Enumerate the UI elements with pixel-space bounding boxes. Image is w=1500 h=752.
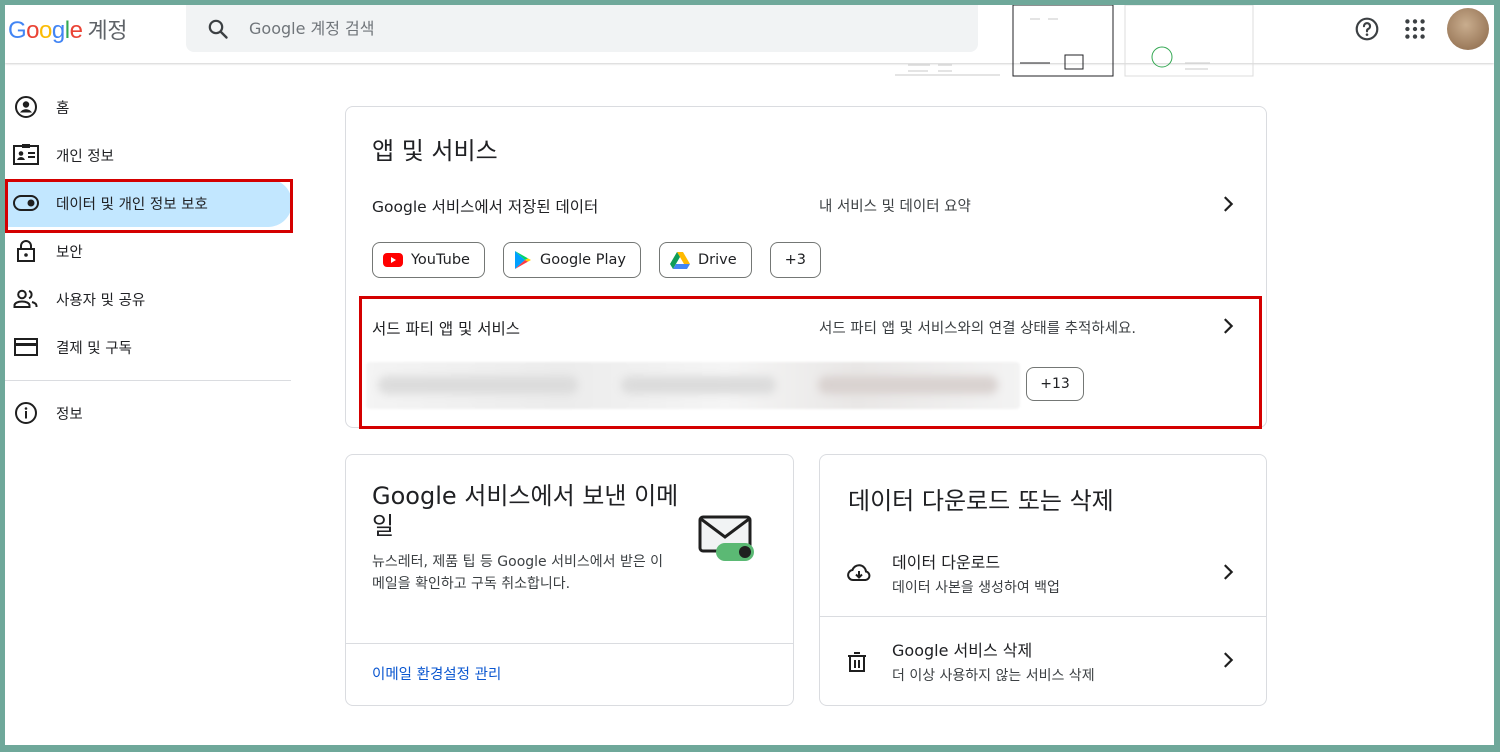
google-play-icon xyxy=(514,251,531,269)
sidebar-item-payments[interactable]: 결제 및 구독 xyxy=(5,323,295,371)
sidebar-divider xyxy=(5,380,291,381)
people-icon xyxy=(13,286,39,312)
chip-youtube[interactable]: YouTube xyxy=(372,242,485,278)
chip-label: +3 xyxy=(784,252,806,268)
card-body: 뉴스레터, 제품 팁 등 Google 서비스에서 받은 이메일을 확인하고 구… xyxy=(372,554,664,592)
chevron-right-icon[interactable] xyxy=(1217,561,1239,583)
info-icon xyxy=(13,400,39,426)
home-icon xyxy=(13,94,39,120)
logo-letter: G xyxy=(8,17,27,44)
highlight-box-sidebar xyxy=(5,179,293,233)
chip-drive[interactable]: Drive xyxy=(658,242,752,278)
sidebar-item-label: 정보 xyxy=(56,406,83,423)
personal-info-icon xyxy=(13,142,39,168)
search-icon[interactable] xyxy=(206,17,230,41)
row-title: Google 서비스에서 저장된 데이터 xyxy=(372,198,599,216)
card-divider xyxy=(820,616,1266,617)
help-icon[interactable] xyxy=(1354,16,1380,42)
trash-icon xyxy=(848,652,866,672)
mail-toggle-illustration xyxy=(698,515,754,561)
sidebar-item-personal-info[interactable]: 개인 정보 xyxy=(5,131,295,179)
row-title: 데이터 다운로드 xyxy=(892,553,1001,572)
download-delete-card: 데이터 다운로드 또는 삭제 데이터 다운로드 데이터 사본을 생성하여 백업 … xyxy=(819,454,1267,706)
highlight-box-third-party xyxy=(359,296,1262,429)
top-bar: Google 계정 xyxy=(5,5,1494,77)
card-divider xyxy=(346,643,793,644)
logo-letter: e xyxy=(69,17,83,44)
sidebar-item-home[interactable]: 홈 xyxy=(5,83,295,131)
logo-letter: o xyxy=(26,17,40,44)
chevron-right-icon[interactable] xyxy=(1217,193,1239,215)
sidebar-item-security[interactable]: 보안 xyxy=(5,227,295,275)
download-data-row[interactable]: 데이터 다운로드 데이터 사본을 생성하여 백업 xyxy=(820,533,1266,617)
row-title: Google 서비스 삭제 xyxy=(892,641,1033,660)
sidebar-item-label: 개인 정보 xyxy=(56,148,114,165)
row-description: 내 서비스 및 데이터 요약 xyxy=(819,199,971,215)
sidebar-item-label: 결제 및 구독 xyxy=(56,340,132,357)
account-label: 계정 xyxy=(87,19,127,44)
youtube-icon xyxy=(383,253,403,267)
credit-card-icon xyxy=(13,334,39,360)
chip-more[interactable]: +3 xyxy=(769,242,821,278)
manage-email-preferences-link[interactable]: 이메일 환경설정 관리 xyxy=(372,663,501,684)
card-title: Google 서비스에서 보낸 이메일 xyxy=(372,482,679,540)
apps-grid-icon[interactable] xyxy=(1402,16,1428,42)
sidebar-item-label: 사용자 및 공유 xyxy=(56,292,146,309)
sidebar-nav: 홈 개인 정보 데이터 및 개인 정보 보호 보안 사용자 및 공유 결제 및 … xyxy=(5,83,295,437)
logo-letter: o xyxy=(39,17,52,44)
sidebar-item-people-sharing[interactable]: 사용자 및 공유 xyxy=(5,275,295,323)
google-account-logo[interactable]: Google 계정 xyxy=(8,13,127,45)
search-bar[interactable] xyxy=(186,5,978,52)
page-frame: Google계정 홈 xyxy=(5,5,1494,745)
chevron-right-icon[interactable] xyxy=(1217,649,1239,671)
chip-google-play[interactable]: Google Play xyxy=(502,242,641,278)
email-card: Google 서비스에서 보낸 이메일 뉴스레터, 제품 팁 등 Google … xyxy=(345,454,794,706)
delete-service-row[interactable]: Google 서비스 삭제 더 이상 사용하지 않는 서비스 삭제 xyxy=(820,621,1266,705)
logo-letter: g xyxy=(51,17,65,44)
chip-label: Google Play xyxy=(539,252,626,268)
card-title: 데이터 다운로드 또는 삭제 xyxy=(848,487,1114,515)
lock-icon xyxy=(13,238,39,264)
chip-label: Drive xyxy=(697,252,737,268)
row-description: 더 이상 사용하지 않는 서비스 삭제 xyxy=(892,668,1095,684)
sidebar-item-label: 보안 xyxy=(56,244,83,261)
sidebar-item-about[interactable]: 정보 xyxy=(5,389,295,437)
search-input[interactable] xyxy=(249,19,849,38)
cloud-download-icon xyxy=(847,564,871,581)
avatar[interactable] xyxy=(1447,8,1489,50)
sidebar-item-label: 홈 xyxy=(56,100,70,117)
card-title: 앱 및 서비스 xyxy=(372,137,498,165)
google-services-row[interactable]: Google 서비스에서 저장된 데이터 내 서비스 및 데이터 요약 xyxy=(372,195,1242,217)
service-chips: YouTube Google Play Drive +3 xyxy=(372,242,821,278)
drive-icon xyxy=(669,252,690,269)
chip-label: YouTube xyxy=(411,252,470,268)
row-description: 데이터 사본을 생성하여 백업 xyxy=(892,580,1060,596)
